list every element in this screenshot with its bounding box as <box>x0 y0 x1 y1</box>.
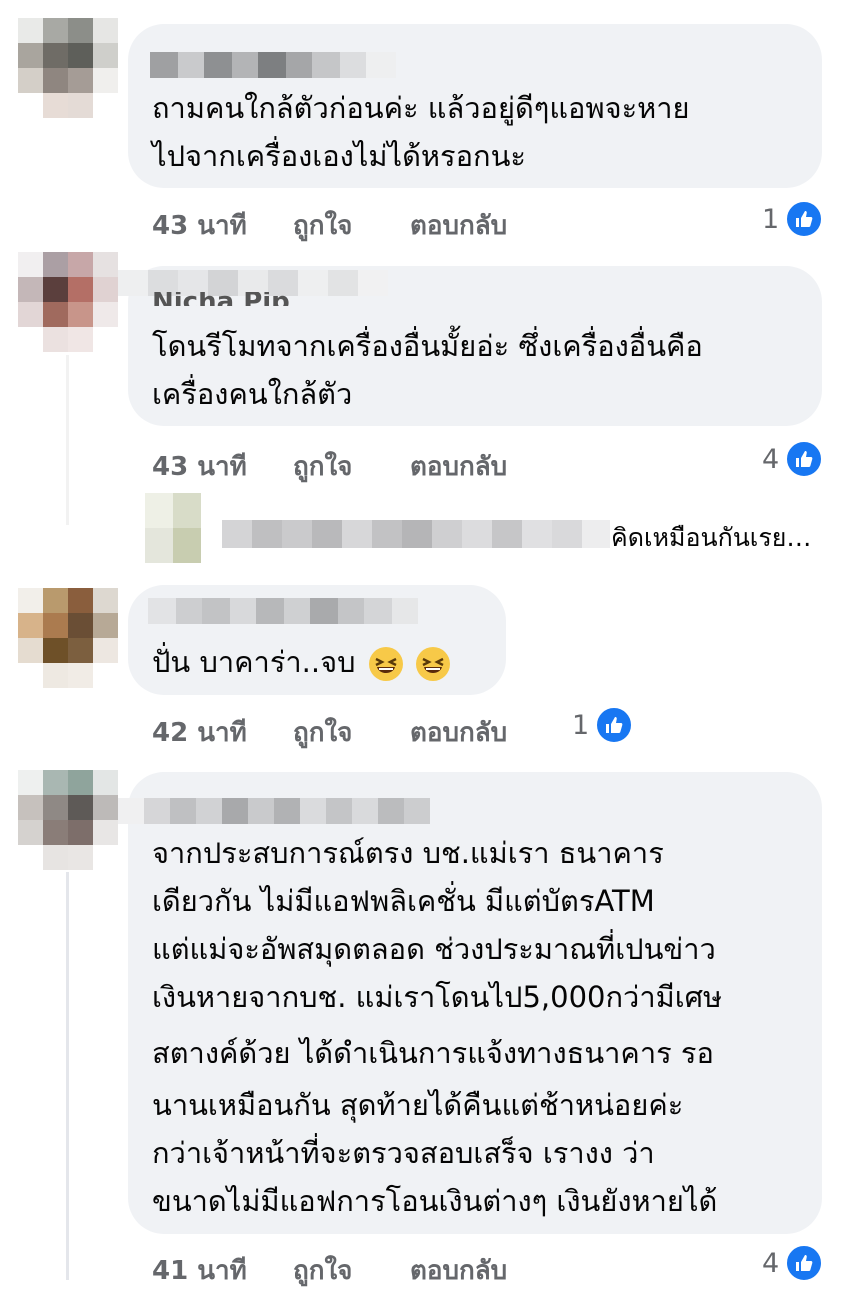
laughing-emoji-icon <box>368 647 403 681</box>
comment-text: ถามคนใกล้ตัวก่อนค่ะ แล้วอยู่ดีๆแอพจะหาย <box>152 91 690 125</box>
comment-time[interactable]: 42 นาที <box>152 712 247 753</box>
like-reaction-icon <box>595 706 634 744</box>
avatar[interactable] <box>18 588 118 688</box>
thread-line <box>66 355 69 525</box>
reply-avatar[interactable] <box>145 493 201 563</box>
comment-text: ไปจากเครื่องเองไม่ได้หรอกนะ <box>152 139 526 173</box>
reaction-number: 4 <box>762 443 780 475</box>
comment-text: กว่าเจ้าหน้าที่จะตรวจสอบเสร็จ เรางง ว่า <box>152 1136 655 1170</box>
commenter-name-partial: Nicha Pjp <box>152 292 290 306</box>
commenter-name[interactable] <box>150 52 396 78</box>
like-button[interactable]: ถูกใจ <box>293 205 352 246</box>
laughing-emoji-icon <box>415 647 450 681</box>
reaction-number: 1 <box>762 203 780 235</box>
reply-button[interactable]: ตอบกลับ <box>410 1250 507 1291</box>
reply-author-name[interactable] <box>222 520 610 548</box>
comment-text: โดนรีโมทจากเครื่องอื่นมั้ยอ่ะ ซึ่งเครื่อ… <box>152 329 703 363</box>
comment-text-body: ปั่น บาคาร่า..จบ <box>152 645 356 679</box>
reaction-number: 1 <box>572 709 590 741</box>
like-button[interactable]: ถูกใจ <box>293 1250 352 1291</box>
thread-line <box>66 872 69 1280</box>
comment-text: ปั่น บาคาร่า..จบ <box>152 638 450 686</box>
reaction-count[interactable]: 1 <box>762 200 824 238</box>
comment-text: เครื่องคนใกล้ตัว <box>152 377 353 411</box>
like-reaction-icon <box>785 200 824 238</box>
comment-text: ขนาดไม่มีแอฟการโอนเงินต่างๆ เงินยังหายได… <box>152 1184 718 1218</box>
like-reaction-icon <box>785 1244 824 1282</box>
reply-button[interactable]: ตอบกลับ <box>410 712 507 753</box>
comment-time[interactable]: 41 นาที <box>152 1250 247 1291</box>
comment-text: เงินหายจากบช. แม่เราโดนไป5,000กว่ามีเศษ <box>152 980 723 1014</box>
avatar[interactable] <box>18 18 118 118</box>
like-button[interactable]: ถูกใจ <box>293 712 352 753</box>
like-button[interactable]: ถูกใจ <box>293 446 352 487</box>
comment-text: สตางค์ด้วย ได้ดำเนินการแจ้งทางธนาคาร รอ <box>152 1036 714 1070</box>
like-reaction-icon <box>785 440 824 478</box>
comment-time[interactable]: 43 นาที <box>152 205 247 246</box>
comment-time[interactable]: 43 นาที <box>152 446 247 487</box>
reaction-count[interactable]: 1 <box>572 706 634 744</box>
comment-text: เดียวกัน ไม่มีแอฟพลิเคชั่น มีแต่บัตรATM <box>152 884 655 918</box>
comment-text: แต่แม่จะอัพสมุดตลอด ช่วงประมาณที่เปนข่าว <box>152 932 716 966</box>
avatar[interactable] <box>18 770 118 870</box>
reaction-count[interactable]: 4 <box>762 1244 824 1282</box>
reply-button[interactable]: ตอบกลับ <box>410 205 507 246</box>
comment-text: นานเหมือนกัน สุดท้ายได้คืนแต่ช้าหน่อยค่ะ <box>152 1088 684 1122</box>
commenter-name[interactable] <box>118 798 430 824</box>
reply-button[interactable]: ตอบกลับ <box>410 446 507 487</box>
reaction-number: 4 <box>762 1247 780 1279</box>
reply-preview-text[interactable]: คิดเหมือนกันเรย… <box>611 518 811 558</box>
comment-text: จากประสบการณ์ตรง บช.แม่เรา ธนาคาร <box>152 836 664 870</box>
commenter-name[interactable] <box>148 598 418 624</box>
reaction-count[interactable]: 4 <box>762 440 824 478</box>
avatar[interactable] <box>18 252 118 352</box>
